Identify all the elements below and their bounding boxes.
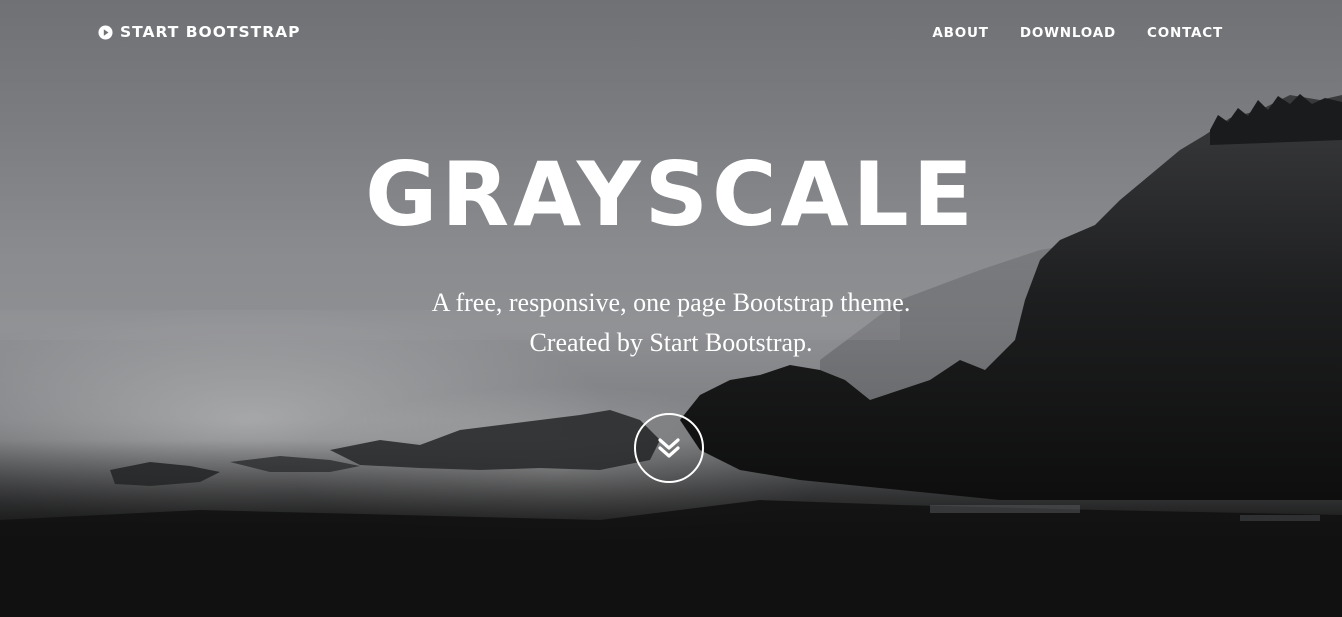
nav-link-contact[interactable]: CONTACT [1147, 25, 1223, 41]
play-circle-icon [98, 24, 113, 40]
nav-menu: ABOUT DOWNLOAD CONTACT [932, 24, 1223, 42]
nav-item-about: ABOUT [932, 24, 988, 42]
hero-subtitle-line-2: Created by Start Bootstrap. [529, 328, 813, 357]
nav-link-about[interactable]: ABOUT [932, 25, 988, 41]
scroll-down-button[interactable] [634, 413, 704, 483]
brand-link[interactable]: START BOOTSTRAP [98, 22, 301, 42]
brand-label: START BOOTSTRAP [120, 23, 301, 41]
nav-item-download: DOWNLOAD [1020, 24, 1116, 42]
double-chevron-down-icon [658, 438, 680, 458]
navbar: START BOOTSTRAP ABOUT DOWNLOAD CONTACT [0, 0, 1342, 64]
hero-title: GRAYSCALE [365, 143, 977, 246]
nav-item-contact: CONTACT [1147, 24, 1223, 42]
nav-link-download[interactable]: DOWNLOAD [1020, 25, 1116, 41]
hero-subtitle: A free, responsive, one page Bootstrap t… [0, 283, 1342, 363]
hero-subtitle-line-1: A free, responsive, one page Bootstrap t… [431, 288, 911, 317]
